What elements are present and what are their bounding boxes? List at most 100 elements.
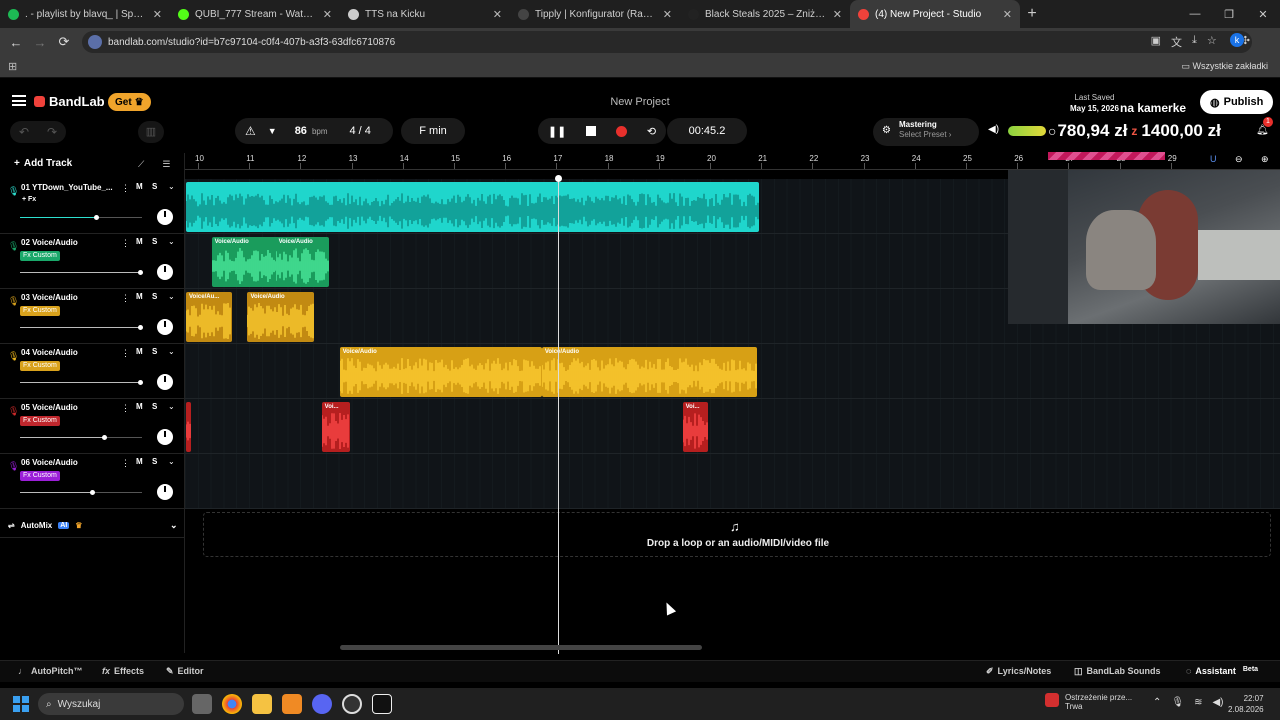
mixer-icon[interactable]: ☰ [162, 159, 170, 170]
add-track-button[interactable]: + Add Track [14, 158, 72, 169]
close-icon[interactable]: ✕ [1246, 0, 1280, 28]
key-selector[interactable]: F min [401, 118, 465, 144]
automix-row[interactable]: ⇌ AutoMix AI ♛ ⌄ [0, 514, 185, 538]
track-header[interactable]: 🎙︎ 03 Voice/Audio Fx Custom ⋮ M S ⌄ [0, 289, 185, 344]
capcut-icon[interactable] [372, 694, 392, 714]
assistant-button[interactable]: ◌ Assistant Beta [1186, 666, 1258, 676]
track-name[interactable]: 04 Voice/Audio [21, 348, 116, 357]
tab-close-icon[interactable]: ✕ [833, 8, 842, 21]
pan-knob[interactable] [157, 264, 173, 280]
translate-icon[interactable]: 文 [1171, 34, 1182, 50]
volume-slider[interactable] [20, 325, 143, 330]
pan-knob[interactable] [157, 429, 173, 445]
fx-badge[interactable]: Fx Custom [20, 361, 60, 371]
chevron-down-icon[interactable]: ⌄ [170, 520, 178, 531]
notification-toast[interactable]: Ostrzeżenie prze... Trwa [1045, 693, 1132, 711]
microphone-icon[interactable]: 🎙︎ [8, 241, 19, 252]
volume-knob[interactable] [137, 325, 143, 330]
track-header[interactable]: 🎙︎ 06 Voice/Audio Fx Custom ⋮ M S ⌄ [0, 454, 185, 509]
track-menu-icon[interactable]: ⋮ [121, 183, 130, 194]
browser-tab[interactable]: Black Steals 2025 – Zniżki do -8... ✕ [680, 0, 850, 28]
chevron-down-icon[interactable]: ⌄ [168, 457, 175, 466]
url-field[interactable]: bandlab.com/studio?id=b7c97104-c0f4-407b… [82, 31, 1252, 53]
fx-badge[interactable]: Fx Custom [20, 471, 60, 481]
redo-icon[interactable]: ↷ [47, 125, 57, 139]
volume-knob[interactable] [137, 270, 143, 275]
apps-grid-icon[interactable]: ⊞ [8, 60, 17, 73]
browser-tab[interactable]: . - playlist by blavq_ | Spotify ✕ [0, 0, 170, 28]
microphone-icon[interactable]: 🎙︎ [8, 406, 19, 417]
playhead[interactable] [555, 175, 562, 654]
tab-close-icon[interactable]: ✕ [663, 8, 672, 21]
track-menu-icon[interactable]: ⋮ [121, 238, 130, 249]
windows-start-icon[interactable] [13, 696, 29, 712]
track-header[interactable]: 🎙︎ 05 Voice/Audio Fx Custom ⋮ M S ⌄ [0, 399, 185, 454]
taskbar-clock[interactable]: 22:07 2.08.2026 [1228, 693, 1264, 715]
volume-slider[interactable] [20, 270, 143, 275]
microphone-icon[interactable]: 🎙︎ [8, 296, 19, 307]
audio-clip[interactable]: Voi... [682, 402, 709, 452]
microphone-icon[interactable]: 🎙︎ [1171, 697, 1184, 708]
track-name[interactable]: 02 Voice/Audio [21, 238, 116, 247]
fx-badge[interactable]: Fx Custom [20, 251, 60, 261]
audio-clip[interactable]: Voice/Audio [275, 237, 330, 287]
volume-knob[interactable] [102, 435, 108, 440]
fx-add-button[interactable]: + Fx [22, 196, 36, 203]
tab-close-icon[interactable]: ✕ [1003, 8, 1012, 21]
profile-avatar[interactable]: k [1230, 33, 1244, 47]
wifi-icon[interactable]: ≋ [1194, 697, 1202, 708]
track-header[interactable]: 🎙︎ 01 YTDown_YouTube_... + Fx ⋮ M S ⌄ [0, 179, 185, 234]
audio-clip[interactable]: Voice/Au... [186, 292, 233, 342]
volume-icon[interactable]: ◀) [1212, 697, 1223, 708]
pause-icon[interactable]: ❚❚ [548, 125, 566, 138]
autopitch-button[interactable]: ♩ AutoPitch™ [18, 666, 83, 676]
effects-button[interactable]: fx Effects [102, 666, 144, 676]
fx-badge[interactable]: Fx Custom [20, 416, 60, 426]
new-tab-icon[interactable]: + [1020, 5, 1044, 23]
chevron-down-icon[interactable]: ⌄ [168, 292, 175, 301]
browser-tab[interactable]: Tipply | Konfigurator (Ranking w... ✕ [510, 0, 680, 28]
track-menu-icon[interactable]: ⋮ [121, 293, 130, 304]
bpm-value[interactable]: 86 [295, 125, 307, 137]
publish-button[interactable]: ◍ Publish [1200, 90, 1274, 114]
wand-icon[interactable]: ⟋ [138, 159, 144, 170]
mute-button[interactable]: M [136, 182, 143, 191]
audio-clip[interactable]: Voice/Audio [247, 292, 314, 342]
forward-icon[interactable]: → [28, 35, 52, 50]
track-name[interactable]: 03 Voice/Audio [21, 293, 116, 302]
drop-zone[interactable]: ♫ Drop a loop or an audio/MIDI/video fil… [203, 512, 1271, 557]
zoom-out-icon[interactable]: ⊖ [1235, 154, 1243, 165]
audio-clip[interactable]: Voice/Audio [339, 347, 542, 397]
track-header[interactable]: 🎙︎ 02 Voice/Audio Fx Custom ⋮ M S ⌄ [0, 234, 185, 289]
stop-icon[interactable] [586, 126, 597, 136]
mute-button[interactable]: M [136, 237, 143, 246]
maximize-icon[interactable]: ❐ [1212, 0, 1246, 28]
volume-knob[interactable] [89, 490, 95, 495]
chevron-down-icon[interactable]: ▼ [268, 126, 277, 136]
chrome-icon[interactable] [222, 694, 242, 714]
chevron-down-icon[interactable]: ⌄ [168, 347, 175, 356]
track-menu-icon[interactable]: ⋮ [121, 348, 130, 359]
chevron-up-icon[interactable]: ⌃ [1153, 697, 1161, 708]
audio-clip[interactable]: Voice/Audio [541, 347, 757, 397]
time-signature[interactable]: 4 / 4 [350, 125, 371, 137]
minimize-icon[interactable]: — [1178, 0, 1212, 28]
mastering-button[interactable]: ⚙ Mastering Select Preset › [873, 118, 979, 146]
camera-blocked-icon[interactable]: ▣ [1151, 34, 1161, 50]
solo-button[interactable]: S [152, 237, 157, 246]
reload-icon[interactable]: ⟳ [52, 34, 76, 50]
horizontal-scrollbar[interactable] [340, 645, 702, 650]
metronome-icon[interactable]: ⚠ [245, 124, 256, 138]
mute-button[interactable]: M [136, 402, 143, 411]
browser-tab[interactable]: TTS na Kicku ✕ [340, 0, 510, 28]
track-name[interactable]: 05 Voice/Audio [21, 403, 116, 412]
lyrics-button[interactable]: ✐ Lyrics/Notes [986, 666, 1051, 677]
install-icon[interactable]: ⤓ [1192, 34, 1197, 50]
microphone-icon[interactable]: 🎙︎ [8, 186, 19, 197]
chevron-down-icon[interactable]: ⌄ [168, 182, 175, 191]
sounds-button[interactable]: ◫ BandLab Sounds [1074, 666, 1161, 677]
volume-slider[interactable] [20, 380, 143, 385]
tab-close-icon[interactable]: ✕ [493, 8, 502, 21]
audio-clip[interactable] [186, 182, 760, 232]
piano-roll-icon[interactable]: ▥ [138, 121, 164, 143]
